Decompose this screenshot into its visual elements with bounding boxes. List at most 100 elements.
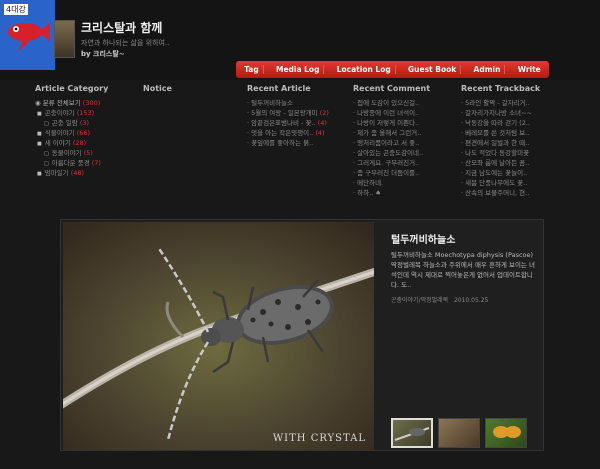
list-item[interactable]: · 좀 구부러진 더듬이를.. xyxy=(353,168,459,178)
category-count: (153) xyxy=(76,109,95,117)
recent-trackback-widget: Recent Trackback · 5라인 활짝 - 갈자리거.. · 갈자리… xyxy=(461,84,569,198)
list-item[interactable]: · 낙동강을 따라 걷기 (2.. xyxy=(461,118,569,128)
list-item[interactable]: · 그러게요. 구부러진거.. xyxy=(353,158,459,168)
article-title: 5월의 여왕 - 일본왕개미 xyxy=(251,109,318,117)
trackback-text: 지금 남도에는 꽃놀이.. xyxy=(465,169,528,177)
comment-text: 살아있는 곤충도감이네.. xyxy=(357,149,424,157)
list-item[interactable]: · 산속의 보물주머니, 현.. xyxy=(461,188,569,198)
thumbnail-beetle[interactable] xyxy=(391,418,433,448)
list-item[interactable]: · 메단하네. xyxy=(353,178,459,188)
comment-text: 나방종에 이런 녀석이.. xyxy=(357,109,420,117)
comment-text: 제가 좀 올해서 그런거.. xyxy=(357,129,422,137)
list-item[interactable]: · 하하.. ♠ xyxy=(353,188,459,198)
nav-guest-book[interactable]: Guest Book xyxy=(404,65,462,74)
category-list: ◉ 분류 전체보기 (300) 곤충이야기 (153) 곤충 일람 (3) 식물… xyxy=(35,98,145,178)
comment-text: 메단하네. xyxy=(357,179,384,187)
thumbnail-strip xyxy=(391,418,527,448)
trackback-text: 산모좌 룸에 날아든 꼼.. xyxy=(465,159,530,167)
category-label: 멈마일기 xyxy=(44,169,69,177)
comment-text: 접에 도감이 있으신걸.. xyxy=(357,99,420,107)
nav-admin[interactable]: Admin xyxy=(470,65,506,74)
thumbnail-butterfly[interactable] xyxy=(485,418,527,448)
fish-icon xyxy=(8,22,50,52)
featured-title[interactable]: 털두꺼비하늘소 xyxy=(391,231,455,246)
comment-text: 나방이 저렇게 이쁜다.. xyxy=(357,119,420,127)
category-heading: Article Category xyxy=(35,84,109,93)
category-item[interactable]: 새 이야기 (28) xyxy=(35,138,145,148)
nav-media-log[interactable]: Media Log xyxy=(272,65,325,74)
list-item[interactable]: · 나방이 저렇게 이쁜다.. xyxy=(353,118,459,128)
category-item[interactable]: 아름다운 풍경 (7) xyxy=(35,158,145,168)
category-item[interactable]: 멈마일기 (48) xyxy=(35,168,145,178)
featured-category[interactable]: 곤충이야기/딱정벌레목 xyxy=(391,297,448,304)
list-item[interactable]: · 편견에서 일벌과 한 때.. xyxy=(461,138,569,148)
category-root-label: 분류 전체보기 xyxy=(42,99,81,107)
nav-tag[interactable]: Tag xyxy=(240,65,264,74)
list-item[interactable]: · 새봄 단풍나무에도 꽃.. xyxy=(461,178,569,188)
list-item[interactable]: · 살아있는 곤충도감이네.. xyxy=(353,148,459,158)
header: 4대강 크리스탈과 함께 자연과 하나되는 삶을 위하여.. by 크리스탈~ … xyxy=(0,0,600,80)
article-title: 멋을 아는 작은멋쟁이.. xyxy=(251,129,314,137)
category-item[interactable]: 동물이야기 (5) xyxy=(35,148,145,158)
nav-write[interactable]: Write xyxy=(514,65,545,74)
recent-comment-heading: Recent Comment xyxy=(353,84,431,93)
category-item[interactable]: 식물이야기 (66) xyxy=(35,128,145,138)
list-item[interactable]: · 맹처리품이라고 서 좋.. xyxy=(353,138,459,148)
comment-text: 하하.. ♠ xyxy=(357,189,382,197)
comment-text: 좀 구부러진 더듬이를.. xyxy=(357,169,420,177)
article-title: 암끝검은표범나비 - 꽃.. xyxy=(251,119,316,127)
featured-post: WITH CRYSTAL 털두꺼비하늘소 털두꺼비하늘소 Moechotypa … xyxy=(60,219,544,451)
recent-article-heading: Recent Article xyxy=(247,84,311,93)
list-item[interactable]: · 베레모를 쓴 것처럼 보.. xyxy=(461,128,569,138)
list-item[interactable]: · 털두꺼비하늘소 xyxy=(247,98,352,108)
category-label: 곤충이야기 xyxy=(44,109,75,117)
list-item[interactable]: · 나방종에 이런 녀석이.. xyxy=(353,108,459,118)
category-label: 식물이야기 xyxy=(44,129,75,137)
recent-article-widget: Recent Article · 털두꺼비하늘소 · 5월의 여왕 - 일본왕개… xyxy=(247,84,352,148)
recent-trackback-heading: Recent Trackback xyxy=(461,84,541,93)
blog-title[interactable]: 크리스탈과 함께 xyxy=(81,19,162,36)
featured-photo[interactable]: WITH CRYSTAL xyxy=(63,222,374,450)
thumbnail-ants[interactable] xyxy=(438,418,480,448)
category-item[interactable]: 곤충 일람 (3) xyxy=(35,118,145,128)
article-count: (4) xyxy=(315,129,325,137)
list-item[interactable]: · 5라인 활짝 - 갈자리거.. xyxy=(461,98,569,108)
notice-heading: Notice xyxy=(143,84,172,93)
trackback-text: 새봄 단풍나무에도 꽃.. xyxy=(465,179,528,187)
article-title: 털두꺼비하늘소 xyxy=(251,99,294,107)
list-item[interactable]: · 멋을 아는 작은멋쟁이.. (4) xyxy=(247,128,352,138)
category-root[interactable]: ◉ 분류 전체보기 (300) xyxy=(35,98,145,108)
avatar[interactable] xyxy=(54,20,75,58)
article-count: (4) xyxy=(317,119,327,127)
blog-description: 자연과 하나되는 삶을 위하여.. xyxy=(81,39,170,47)
list-item[interactable]: · 꽃잎에를 좋아하는 붉.. xyxy=(247,138,352,148)
nav-location-log[interactable]: Location Log xyxy=(333,65,396,74)
comment-text: 그러게요. 구부러진거.. xyxy=(357,159,420,167)
blog-author: by 크리스탈~ xyxy=(81,49,125,59)
list-item[interactable]: · 나도 적었다 동강할미꽃 xyxy=(461,148,569,158)
featured-meta: 곤충이야기/딱정벌레목 2010.05.25 xyxy=(391,295,488,304)
category-count: (28) xyxy=(72,139,87,147)
featured-description: 털두꺼비하늘소 Moechotypa diphysis (Pascoe) 딱정벌… xyxy=(391,251,535,289)
main-nav: Tag Media Log Location Log Guest Book Ad… xyxy=(236,61,549,78)
category-item[interactable]: 곤충이야기 (153) xyxy=(35,108,145,118)
recent-trackback-list: · 5라인 활짝 - 갈자리거.. · 갈자리가지나방 소녀~~ · 낙동강을 … xyxy=(461,98,569,198)
list-item[interactable]: · 산모좌 룸에 날아든 꼼.. xyxy=(461,158,569,168)
category-label: 아름다운 풍경 xyxy=(51,159,90,167)
category-count: (5) xyxy=(83,149,93,157)
featured-date: 2010.05.25 xyxy=(453,297,489,304)
blog-logo[interactable]: 4대강 xyxy=(0,0,55,70)
comment-text: 맹처리품이라고 서 좋.. xyxy=(357,139,420,147)
category-label: 곤충 일람 xyxy=(51,119,78,127)
article-count: (2) xyxy=(319,109,329,117)
list-item[interactable]: · 제가 좀 올해서 그런거.. xyxy=(353,128,459,138)
trackback-text: 편견에서 일벌과 한 때.. xyxy=(465,139,530,147)
category-count: (66) xyxy=(76,129,91,137)
list-item[interactable]: · 5월의 여왕 - 일본왕개미 (2) xyxy=(247,108,352,118)
list-item[interactable]: · 접에 도감이 있으신걸.. xyxy=(353,98,459,108)
trackback-text: 나도 적었다 동강할미꽃 xyxy=(465,149,530,157)
list-item[interactable]: · 갈자리가지나방 소녀~~ xyxy=(461,108,569,118)
list-item[interactable]: · 지금 남도에는 꽃놀이.. xyxy=(461,168,569,178)
category-root-count: (300) xyxy=(82,99,101,107)
list-item[interactable]: · 암끝검은표범나비 - 꽃.. (4) xyxy=(247,118,352,128)
